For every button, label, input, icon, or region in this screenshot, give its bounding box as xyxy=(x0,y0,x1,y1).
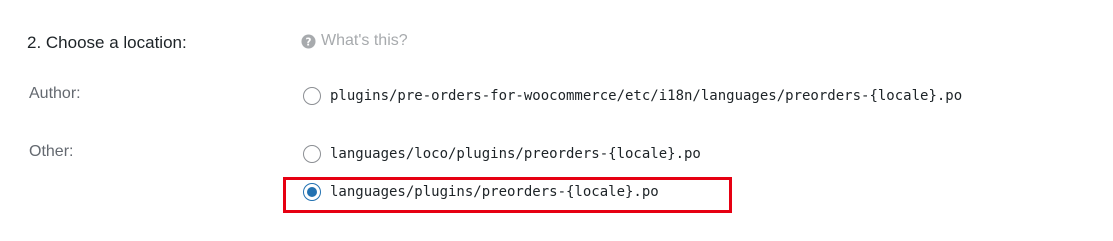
svg-text:?: ? xyxy=(306,36,312,48)
location-path: plugins/pre-orders-for-woocommerce/etc/i… xyxy=(330,88,963,104)
location-path: languages/plugins/preorders-{locale}.po xyxy=(330,184,659,200)
radio-other-1[interactable] xyxy=(303,183,321,201)
other-label: Other: xyxy=(29,143,74,160)
location-option-other-loco[interactable]: languages/loco/plugins/preorders-{locale… xyxy=(303,145,701,163)
whats-this-link[interactable]: ? What's this? xyxy=(301,32,408,50)
location-path: languages/loco/plugins/preorders-{locale… xyxy=(330,146,701,162)
question-circle-icon: ? xyxy=(301,33,316,49)
location-option-author[interactable]: plugins/pre-orders-for-woocommerce/etc/i… xyxy=(303,87,962,105)
author-label: Author: xyxy=(29,85,81,102)
whats-this-label: What's this? xyxy=(321,32,408,49)
section-heading: 2. Choose a location: xyxy=(27,33,187,52)
radio-other-0[interactable] xyxy=(303,145,321,163)
radio-author-0[interactable] xyxy=(303,87,321,105)
location-option-other-plugins[interactable]: languages/plugins/preorders-{locale}.po xyxy=(303,183,659,201)
